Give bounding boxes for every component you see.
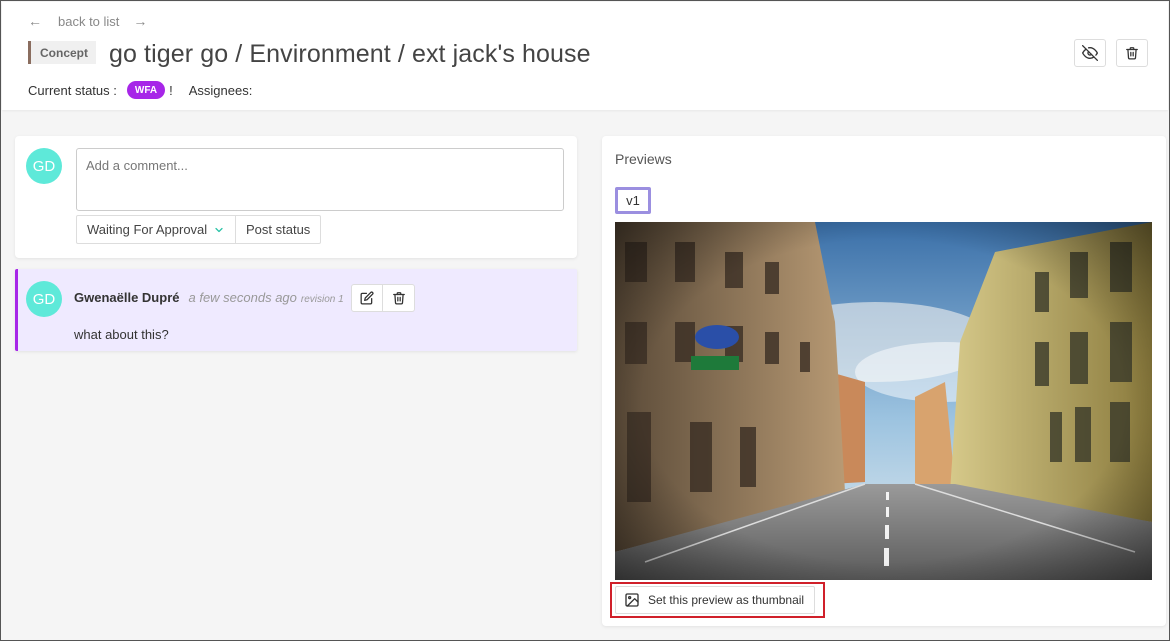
comment-header: Gwenaëlle Dupré a few seconds ago revisi… — [74, 290, 344, 305]
post-status-button[interactable]: Post status — [236, 215, 322, 244]
delete-entity-button[interactable] — [1116, 39, 1148, 67]
chevron-down-icon — [215, 227, 223, 232]
comment-actions — [351, 284, 415, 312]
status-badge: WFA — [126, 81, 166, 99]
set-thumbnail-label: Set this preview as thumbnail — [648, 593, 805, 607]
comment-revision: revision 1 — [300, 294, 344, 305]
comment-author[interactable]: Gwenaëlle Dupré — [74, 290, 179, 305]
new-comment-box: GD Waiting For Approval Post status — [15, 136, 577, 258]
comment-card: GD Gwenaëlle Dupré a few seconds ago rev… — [15, 269, 577, 351]
current-status-label: Current status : — [28, 82, 117, 98]
comment-text: what about this? — [74, 327, 169, 342]
header-actions — [1074, 39, 1148, 67]
trash-icon — [392, 292, 405, 305]
avatar: GD — [26, 281, 62, 317]
version-tab-v1[interactable]: v1 — [615, 187, 651, 214]
comment-controls: Waiting For Approval Post status — [76, 215, 322, 244]
status-row: Current status : WFA ! Assignees: — [28, 81, 252, 99]
comment-time: a few seconds ago — [188, 290, 297, 305]
comment-input[interactable] — [76, 148, 564, 211]
back-arrow-icon[interactable]: ← — [28, 13, 42, 29]
avatar: GD — [26, 148, 62, 184]
edit-icon — [360, 291, 374, 305]
previews-title: Previews — [615, 151, 672, 167]
assignees-label: Assignees: — [188, 82, 253, 98]
forward-arrow-icon[interactable]: → — [133, 13, 147, 29]
image-icon — [625, 593, 639, 607]
previews-panel: Previews v1 Set this preview as thumbnai… — [602, 136, 1166, 626]
eye-off-icon — [1082, 45, 1098, 61]
delete-comment-button[interactable] — [383, 284, 415, 312]
street-scene-illustration — [615, 222, 1152, 580]
back-to-list-link[interactable]: back to list — [58, 14, 119, 29]
entity-type-tag: Concept — [28, 41, 96, 64]
trash-icon — [1126, 47, 1138, 60]
edit-comment-button[interactable] — [351, 284, 383, 312]
status-select[interactable]: Waiting For Approval — [76, 215, 236, 244]
set-thumbnail-button[interactable]: Set this preview as thumbnail — [615, 586, 816, 614]
page-title: go tiger go / Environment / ext jack's h… — [109, 40, 591, 68]
title-row: Concept go tiger go / Environment / ext … — [28, 40, 591, 69]
navigation-row: ← back to list → — [28, 13, 147, 29]
status-select-value: Waiting For Approval — [87, 222, 208, 237]
entity-header: ← back to list → Concept go tiger go / E… — [2, 2, 1168, 110]
toggle-visibility-button[interactable] — [1074, 39, 1106, 67]
preview-image[interactable] — [615, 222, 1152, 580]
status-warning-mark: ! — [169, 82, 173, 98]
